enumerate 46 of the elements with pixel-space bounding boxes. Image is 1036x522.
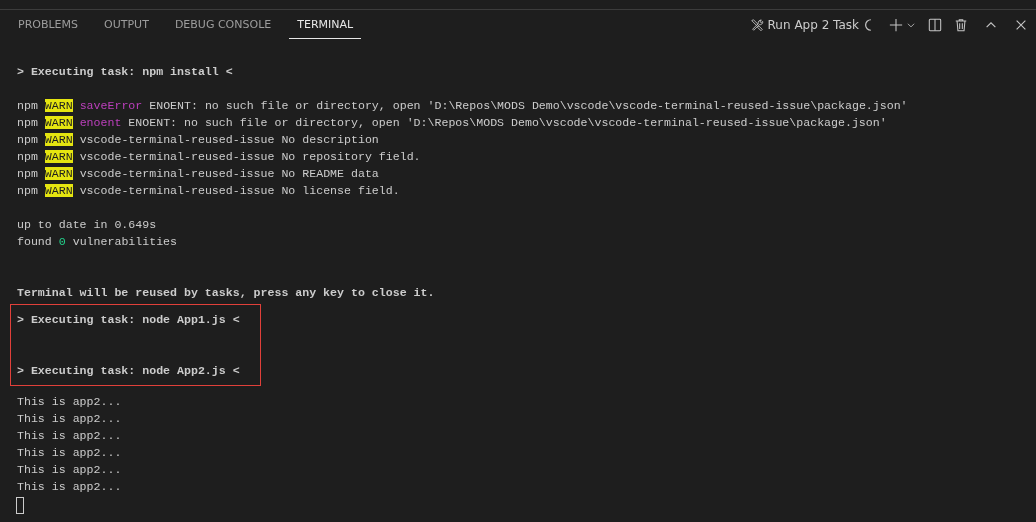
- split-icon[interactable]: [928, 18, 942, 32]
- panel-tab[interactable]: OUTPUT: [96, 10, 157, 39]
- output-line: This is app2...: [17, 480, 122, 493]
- output-text: ENOENT: no such file or directory, open 'D:\Repos\MODS Demo\vscode\vscode-terminal-reused-issue\package.json': [148, 99, 908, 112]
- warn-label: WARN: [44, 116, 73, 129]
- task-line: > Executing task: node App2.js <: [17, 364, 240, 377]
- output-text: npm: [17, 133, 39, 146]
- count-number: 0: [58, 235, 66, 248]
- close-icon[interactable]: [1014, 18, 1028, 32]
- panel-tab[interactable]: PROBLEMS: [10, 10, 87, 39]
- output-line: This is app2...: [17, 463, 122, 476]
- task-line: > Executing task: node App1.js <: [17, 313, 240, 326]
- panel-tab[interactable]: DEBUG CONSOLE: [166, 10, 280, 39]
- output-line: This is app2...: [17, 446, 122, 459]
- warn-label: WARN: [44, 99, 73, 112]
- output-text: vscode-terminal-reused-issue No README data: [78, 167, 379, 180]
- output-line: up to date in 0.649s: [17, 218, 157, 231]
- warn-label: WARN: [44, 133, 73, 146]
- plus-icon[interactable]: [889, 18, 903, 32]
- output-line: This is app2...: [17, 429, 122, 442]
- task-selector[interactable]: Run App 2 Task: [749, 18, 859, 32]
- output-line: This is app2...: [17, 395, 122, 408]
- error-code: enoent: [78, 116, 122, 129]
- output-text: found: [17, 235, 53, 248]
- error-code: saveError: [78, 99, 143, 112]
- task-line: Terminal will be reused by tasks, press any key to close it.: [17, 286, 435, 299]
- text-cursor: [16, 497, 24, 514]
- output-line: This is app2...: [17, 412, 122, 425]
- output-text: npm: [17, 167, 39, 180]
- chevron-down-icon[interactable]: [906, 20, 916, 30]
- warn-label: WARN: [44, 184, 73, 197]
- output-text: vscode-terminal-reused-issue No description: [78, 133, 379, 146]
- output-text: npm: [17, 116, 39, 129]
- output-text: npm: [17, 99, 39, 112]
- output-text: vscode-terminal-reused-issue No repository field.: [78, 150, 421, 163]
- output-text: vulnerabilities: [71, 235, 178, 248]
- panel-tab[interactable]: TERMINAL: [289, 10, 362, 39]
- warn-label: WARN: [44, 167, 73, 180]
- output-text: npm: [17, 184, 39, 197]
- task-line: > Executing task: npm install <: [17, 65, 233, 78]
- output-text: ENOENT: no such file or directory, open 'D:\Repos\MODS Demo\vscode\vscode-terminal-reused-issue\package.json': [127, 116, 887, 129]
- warn-label: WARN: [44, 150, 73, 163]
- output-text: npm: [17, 150, 39, 163]
- tools-icon: [749, 18, 764, 32]
- trash-icon[interactable]: [954, 18, 968, 32]
- output-text: vscode-terminal-reused-issue No license field.: [78, 184, 400, 197]
